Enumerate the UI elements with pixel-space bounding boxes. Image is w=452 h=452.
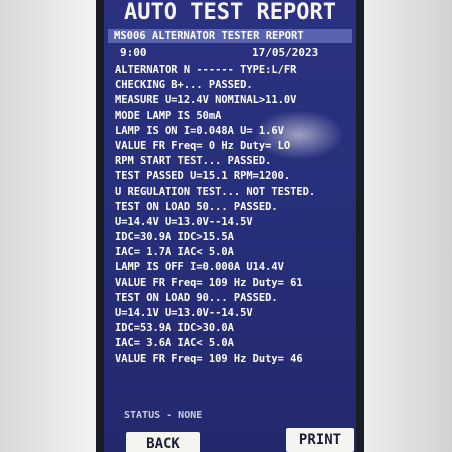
- report-line: ALTERNATOR N ------ TYPE:L/FR: [115, 64, 297, 76]
- report-line: LAMP IS ON I=0.048A U= 1.6V: [115, 124, 284, 137]
- report-title: AUTO TEST REPORT: [124, 0, 336, 25]
- report-line: TEST PASSED U=15.1 RPM=1200.: [115, 170, 291, 183]
- report-line: U=14.1V U=13.0V--14.5V: [115, 307, 253, 319]
- report-line: U=14.4V U=13.0V--14.5V: [115, 215, 253, 228]
- status-text: STATUS - NONE: [124, 410, 203, 421]
- back-button[interactable]: BACK: [126, 432, 200, 452]
- report-header-label: MS006 ALTERNATOR TESTER REPORT: [114, 30, 304, 42]
- report-line: CHECKING B+... PASSED.: [115, 79, 253, 92]
- print-button[interactable]: PRINT: [286, 428, 354, 452]
- report-time: 9:00: [120, 46, 147, 59]
- report-line: U REGULATION TEST... NOT TESTED.: [115, 185, 316, 198]
- report-line: MEASURE U=12.4V NOMINAL>11.0V: [115, 94, 297, 107]
- tester-screen: AUTO TEST REPORT MS006 ALTERNATOR TESTER…: [104, 0, 356, 452]
- report-line: TEST ON LOAD 50... PASSED.: [115, 200, 278, 213]
- report-line: IAC= 1.7A IAC< 5.0A: [115, 246, 234, 259]
- report-line: VALUE FR Freq= 109 Hz Duty= 46: [115, 352, 303, 365]
- report-line: TEST ON LOAD 90... PASSED.: [115, 291, 278, 304]
- report-line: VALUE FR Freq= 0 Hz Duty= LO: [115, 139, 291, 152]
- report-line: VALUE FR Freq= 109 Hz Duty= 61: [115, 276, 303, 289]
- report-line: IAC= 3.6A IAC< 5.0A: [115, 337, 234, 350]
- report-line: LAMP IS OFF I=0.000A U14.4V: [115, 261, 284, 274]
- report-line: RPM START TEST... PASSED.: [115, 155, 272, 168]
- report-line: IDC=53.9A IDC>30.0A: [115, 322, 234, 335]
- report-line: IDC=30.9A IDC>15.5A: [115, 231, 234, 244]
- report-lines: ALTERNATOR N ------ TYPE:L/FR CHECKING B…: [115, 63, 355, 367]
- report-date: 17/05/2023: [252, 46, 319, 59]
- report-line: MODE LAMP IS 50mA: [115, 109, 222, 122]
